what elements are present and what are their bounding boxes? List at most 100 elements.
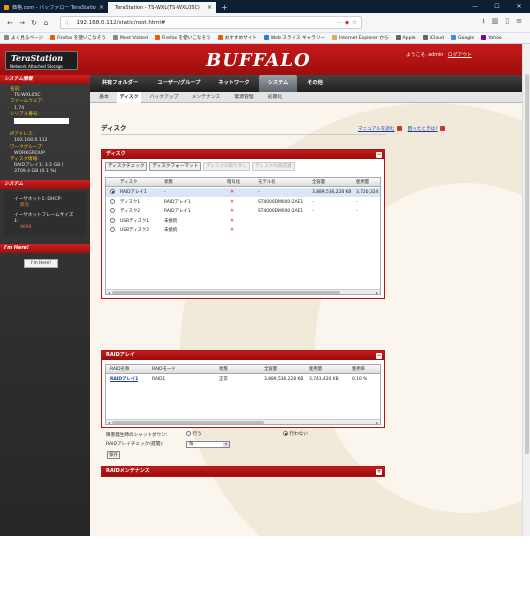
reload-icon[interactable]: ↻ [28, 19, 40, 27]
help-icon[interactable] [439, 126, 445, 131]
maximize-icon[interactable]: ☐ [486, 3, 508, 10]
bookmark-item[interactable]: Apple [395, 35, 416, 41]
col-total[interactable]: 全容量 [312, 178, 325, 187]
radio-dont[interactable] [283, 431, 288, 436]
cell-status: RAIDアレイ1 [164, 209, 191, 214]
disk-row[interactable]: ディスク2 RAIDアレイ1 ST4000DM000-2AE1 - - ✕ [106, 207, 380, 216]
scroll-right-icon[interactable]: ▸ [374, 420, 380, 424]
page-actions-icon[interactable]: ··· [337, 20, 342, 26]
col-disk[interactable]: ディスク [120, 178, 137, 187]
manual-icon[interactable] [396, 126, 402, 131]
col-model[interactable]: モデル名 [258, 178, 276, 187]
menu-network[interactable]: ネットワーク [214, 75, 254, 92]
new-tab-icon[interactable]: + [216, 2, 233, 13]
forward-icon[interactable]: → [16, 19, 28, 27]
page-info-icon[interactable]: ⓘ [65, 19, 71, 27]
close-tab-icon[interactable]: × [207, 4, 212, 11]
submenu-backup[interactable]: バックアップ [146, 92, 182, 103]
bookmark-item[interactable]: Yahoo [481, 35, 502, 41]
download-icon[interactable]: ⭳ [482, 17, 484, 28]
scroll-thumb[interactable] [112, 291, 340, 294]
raid-row[interactable]: RAIDアレイ1 RAID1 正常 3,889,536,228 KB 3,743… [106, 375, 380, 384]
shutdown-option-dont[interactable]: 行わない [283, 431, 308, 437]
radio-button[interactable] [110, 189, 115, 194]
disk-check-button[interactable]: ディスクチェック [105, 162, 148, 171]
disk-row[interactable]: ディスク1 RAIDアレイ1 ST4000DM000-2AE1 - - ✕ [106, 198, 380, 207]
pocket-icon[interactable]: ◆ [345, 20, 349, 26]
col-raid-total[interactable]: 全容量 [264, 365, 277, 374]
home-icon[interactable]: ⌂ [40, 19, 52, 27]
help-link[interactable]: 困ったときは? [408, 127, 438, 132]
menu-shared-folders[interactable]: 共有フォルダー [98, 75, 142, 92]
disk-row[interactable]: USBディスク1 未接続 ✕ [106, 217, 380, 226]
radio-button[interactable] [110, 227, 115, 232]
submenu-maintenance[interactable]: メンテナンス [188, 92, 224, 103]
raid-maint-header[interactable]: RAIDメンテナンス + [102, 467, 384, 476]
scroll-thumb[interactable] [112, 421, 264, 424]
radio-button[interactable] [110, 217, 115, 223]
expand-icon[interactable]: + [376, 468, 382, 475]
save-button[interactable]: 保存 [107, 451, 120, 459]
bookmark-item[interactable]: よく見るページ [4, 35, 43, 41]
bookmark-star-icon[interactable]: ☆ [352, 20, 357, 26]
menu-icon[interactable]: ≡ [516, 17, 522, 28]
row-select[interactable] [110, 207, 115, 216]
row-select[interactable] [110, 217, 115, 226]
logout-link[interactable]: ログアウト [448, 53, 472, 58]
sidebar-toggle-icon[interactable]: ▯ [505, 17, 509, 28]
scroll-right-icon[interactable]: ▸ [374, 290, 380, 294]
bookmark-item[interactable]: iCloud [422, 35, 444, 41]
raid-table-scrollbar[interactable]: ◂ ▸ [106, 419, 380, 424]
collapse-icon[interactable]: − [376, 352, 382, 359]
raid-name-link[interactable]: RAIDアレイ1 [110, 375, 138, 384]
dropdown-arrow-icon[interactable]: ▾ [223, 442, 229, 447]
bookmark-item[interactable]: Most Visited [112, 35, 148, 41]
disk-table-scrollbar[interactable]: ◂ ▸ [106, 289, 380, 294]
imhere-button[interactable]: I'm Here! [24, 258, 58, 268]
bookmark-item[interactable]: Google [451, 35, 474, 41]
collapse-icon[interactable]: − [376, 151, 382, 158]
col-raid-rate[interactable]: 使用率 [352, 365, 365, 374]
manual-link[interactable]: マニュアルを読む [358, 127, 395, 132]
browser-tab-kakaku[interactable]: 価格.com - バッファロー TeraStation × [0, 2, 108, 13]
submenu-initialize[interactable]: 初期化 [264, 92, 286, 103]
browser-tab-terastation[interactable]: TeraStation - TS-WXL(TS-WXL05C) × [108, 2, 216, 13]
close-window-icon[interactable]: ✕ [508, 3, 530, 10]
disk-row[interactable]: RAIDアレイ1 - - 3,889,536,228 KB 3,720,324 K ✕ [106, 188, 380, 197]
col-raid-mode[interactable]: RAIDモード [152, 365, 176, 374]
submenu-disk[interactable]: ディスク [117, 92, 141, 103]
page-scroll-thumb[interactable] [525, 74, 529, 454]
col-raid-name[interactable]: RAID名称 [110, 365, 129, 374]
disk-row[interactable]: USBディスク2 未接続 ✕ [106, 226, 380, 235]
menu-system[interactable]: システム [259, 75, 297, 92]
bookmark-item[interactable]: Web スライス ギャラリー [263, 35, 325, 41]
col-used[interactable]: 使用量 [356, 178, 369, 187]
radio-button[interactable] [110, 208, 115, 213]
close-tab-icon[interactable]: × [99, 4, 104, 11]
radio-button[interactable] [110, 198, 115, 204]
radio-do[interactable] [186, 431, 191, 436]
shutdown-option-do[interactable]: 行う [186, 431, 202, 437]
bookmark-item[interactable]: Firefox を使いこなそう [154, 35, 211, 41]
raid-check-select[interactable]: 毎 ▾ [186, 441, 230, 448]
disk-format-button[interactable]: ディスクフォーマット [149, 162, 202, 171]
minimize-icon[interactable]: — [464, 3, 486, 10]
col-encryption[interactable]: 暗号化 [227, 178, 240, 187]
row-select[interactable] [110, 188, 115, 197]
row-select[interactable] [110, 198, 115, 207]
col-raid-used[interactable]: 使用量 [309, 365, 322, 374]
col-raid-status[interactable]: 状態 [219, 365, 228, 374]
col-status[interactable]: 状態 [164, 178, 173, 187]
bookmark-item[interactable]: Firefox を使いこなそう [50, 35, 106, 41]
page-scrollbar[interactable] [522, 44, 530, 536]
bookmark-item[interactable]: Internet Explorer から [332, 35, 389, 41]
menu-other[interactable]: その他 [301, 75, 329, 92]
back-icon[interactable]: ← [4, 19, 16, 27]
address-bar[interactable]: ⓘ 192.168.0.112/static/root.html# ··· ◆ … [60, 16, 362, 29]
bookmark-item[interactable]: おすすめサイト [217, 35, 257, 41]
row-select[interactable] [110, 226, 115, 235]
menu-users-groups[interactable]: ユーザー/グループ [150, 75, 208, 92]
submenu-basic[interactable]: 基本 [96, 92, 112, 103]
library-icon[interactable]: ▥ [492, 17, 499, 28]
submenu-power[interactable]: 電源管理 [230, 92, 258, 103]
